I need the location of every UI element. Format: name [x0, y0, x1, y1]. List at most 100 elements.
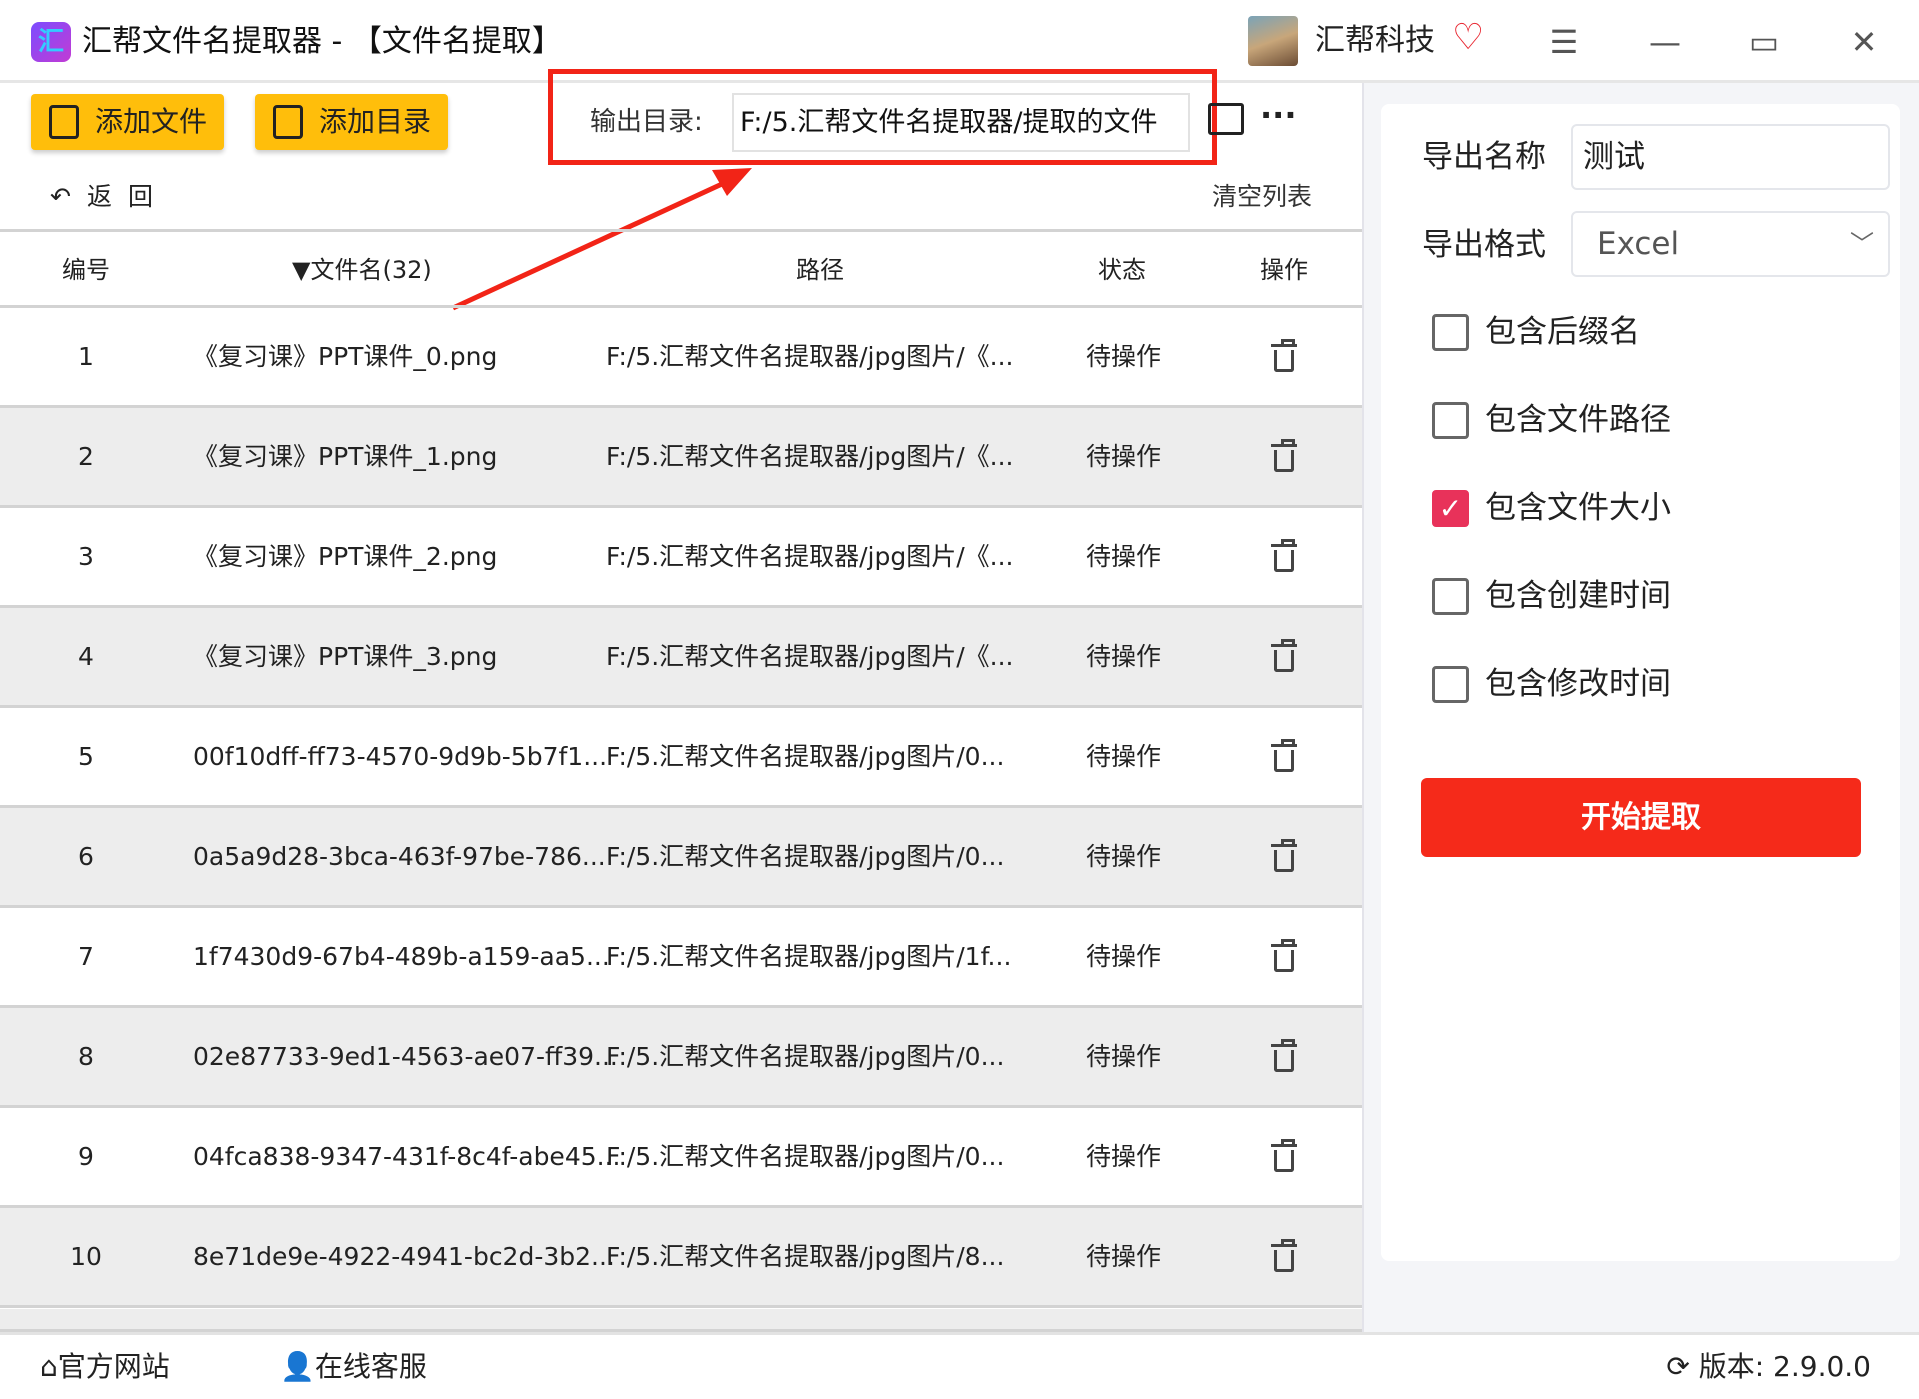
cell-status: 待操作	[1086, 342, 1162, 371]
cell-no: 9	[78, 1142, 94, 1171]
table-row[interactable]: 8 02e87733-9ed1-4563-ae07-ff39... F:/5.汇…	[0, 1008, 1362, 1108]
cell-status: 待操作	[1086, 1042, 1162, 1071]
delete-button[interactable]	[1270, 839, 1300, 874]
cell-status: 待操作	[1086, 942, 1162, 971]
table-header: 编号 ▼文件名(32) 路径 状态 操作	[0, 229, 1362, 308]
delete-button[interactable]	[1270, 1139, 1300, 1174]
option-checkbox[interactable]	[1432, 666, 1469, 703]
table-row[interactable]: 9 04fca838-9347-431f-8c4f-abe45... F:/5.…	[0, 1108, 1362, 1208]
table-row[interactable]: 7 1f7430d9-67b4-489b-a159-aa5... F:/5.汇帮…	[0, 908, 1362, 1008]
trash-icon	[1271, 839, 1297, 872]
back-button[interactable]: ↶返回	[50, 180, 169, 214]
cell-path: F:/5.汇帮文件名提取器/jpg图片/8...	[606, 1242, 1005, 1271]
delete-button[interactable]	[1270, 639, 1300, 674]
delete-button[interactable]	[1270, 439, 1300, 474]
delete-button[interactable]	[1270, 1239, 1300, 1274]
option-label[interactable]: 包含创建时间	[1485, 574, 1671, 618]
trash-icon	[1271, 339, 1297, 372]
refresh-icon: ⟳	[1666, 1350, 1699, 1383]
cell-path: F:/5.汇帮文件名提取器/jpg图片/0...	[606, 842, 1005, 871]
export-name-label: 导出名称	[1422, 139, 1546, 175]
cell-no: 4	[78, 642, 94, 671]
cell-path: F:/5.汇帮文件名提取器/jpg图片/《...	[606, 442, 1014, 471]
cell-path: F:/5.汇帮文件名提取器/jpg图片/《...	[606, 342, 1014, 371]
user-icon: 👤	[280, 1350, 315, 1383]
cell-status: 待操作	[1086, 1142, 1162, 1171]
delete-button[interactable]	[1270, 1039, 1300, 1074]
service-label: 在线客服	[314, 1350, 427, 1383]
trash-icon	[1271, 1139, 1297, 1172]
cell-status: 待操作	[1086, 642, 1162, 671]
option-label[interactable]: 包含修改时间	[1485, 662, 1671, 706]
back-label: 返回	[86, 182, 169, 211]
trash-icon	[1271, 939, 1297, 972]
option-checkbox[interactable]	[1432, 578, 1469, 615]
website-link[interactable]: ⌂官方网站	[40, 1345, 170, 1389]
cell-no: 5	[78, 742, 94, 771]
export-format-select[interactable]: Excel ﹀	[1571, 211, 1890, 277]
table-row[interactable]: 1 《复习课》PPT课件_0.png F:/5.汇帮文件名提取器/jpg图片/《…	[0, 308, 1362, 408]
cell-filename: 《复习课》PPT课件_0.png	[193, 342, 498, 371]
option-label[interactable]: 包含文件路径	[1485, 398, 1671, 442]
option-label[interactable]: 包含文件大小	[1485, 486, 1671, 530]
table-row[interactable]: 3 《复习课》PPT课件_2.png F:/5.汇帮文件名提取器/jpg图片/《…	[0, 508, 1362, 608]
table-row[interactable]: 6 0a5a9d28-3bca-463f-97be-786... F:/5.汇帮…	[0, 808, 1362, 908]
cell-filename: 《复习课》PPT课件_1.png	[193, 442, 498, 471]
header-path: 路径	[796, 256, 844, 284]
cell-status: 待操作	[1086, 842, 1162, 871]
table-row[interactable]: 2 《复习课》PPT课件_1.png F:/5.汇帮文件名提取器/jpg图片/《…	[0, 408, 1362, 508]
cell-status: 待操作	[1086, 1242, 1162, 1271]
header-action: 操作	[1260, 256, 1308, 284]
cell-filename: 00f10dff-ff73-4570-9d9b-5b7f1...	[193, 742, 608, 771]
trash-icon	[1271, 1239, 1297, 1272]
trash-icon	[1271, 539, 1297, 572]
option-checkbox[interactable]	[1432, 314, 1469, 351]
option-checkbox[interactable]	[1432, 402, 1469, 439]
home-icon: ⌂	[40, 1350, 58, 1383]
cell-filename: 1f7430d9-67b4-489b-a159-aa5...	[193, 942, 610, 971]
cell-filename: 8e71de9e-4922-4941-bc2d-3b2...	[193, 1242, 615, 1271]
cell-path: F:/5.汇帮文件名提取器/jpg图片/0...	[606, 742, 1005, 771]
option-checkbox[interactable]: ✓	[1432, 490, 1469, 527]
start-extract-button[interactable]: 开始提取	[1421, 778, 1861, 857]
cell-path: F:/5.汇帮文件名提取器/jpg图片/1f...	[606, 942, 1012, 971]
trash-icon	[1271, 739, 1297, 772]
delete-button[interactable]	[1270, 739, 1300, 774]
cell-no: 3	[78, 542, 94, 571]
header-status: 状态	[1098, 256, 1146, 284]
table-row[interactable]: 5 00f10dff-ff73-4570-9d9b-5b7f1... F:/5.…	[0, 708, 1362, 808]
cell-filename: 0a5a9d28-3bca-463f-97be-786...	[193, 842, 606, 871]
export-format-label: 导出格式	[1422, 227, 1546, 263]
cell-status: 待操作	[1086, 542, 1162, 571]
cell-status: 待操作	[1086, 442, 1162, 471]
cell-filename: 02e87733-9ed1-4563-ae07-ff39...	[193, 1042, 618, 1071]
cell-path: F:/5.汇帮文件名提取器/jpg图片/《...	[606, 542, 1014, 571]
version-label: 版本: 2.9.0.0	[1698, 1350, 1871, 1383]
version-info[interactable]: ⟳ 版本: 2.9.0.0	[1666, 1345, 1871, 1389]
delete-button[interactable]	[1270, 939, 1300, 974]
trash-icon	[1271, 1039, 1297, 1072]
cell-no: 6	[78, 842, 94, 871]
delete-button[interactable]	[1270, 539, 1300, 574]
table-row-partial	[0, 1309, 1362, 1332]
trash-icon	[1271, 639, 1297, 672]
cell-filename: 《复习课》PPT课件_3.png	[193, 642, 498, 671]
cell-path: F:/5.汇帮文件名提取器/jpg图片/《...	[606, 642, 1014, 671]
cell-no: 2	[78, 442, 94, 471]
header-filename[interactable]: ▼文件名(32)	[292, 232, 432, 308]
option-label[interactable]: 包含后缀名	[1485, 310, 1640, 354]
cell-no: 10	[70, 1242, 102, 1271]
delete-button[interactable]	[1270, 339, 1300, 374]
cell-no: 7	[78, 942, 94, 971]
customer-service-link[interactable]: 👤在线客服	[280, 1345, 427, 1389]
cell-path: F:/5.汇帮文件名提取器/jpg图片/0...	[606, 1142, 1005, 1171]
export-name-input[interactable]: 测试	[1571, 124, 1890, 190]
cell-filename: 04fca838-9347-431f-8c4f-abe45...	[193, 1142, 621, 1171]
footer: ⌂官方网站 👤在线客服 ⟳ 版本: 2.9.0.0	[0, 1332, 1919, 1399]
trash-icon	[1271, 439, 1297, 472]
clear-list-button[interactable]: 清空列表	[1212, 180, 1312, 214]
table-row[interactable]: 10 8e71de9e-4922-4941-bc2d-3b2... F:/5.汇…	[0, 1208, 1362, 1308]
table-row[interactable]: 4 《复习课》PPT课件_3.png F:/5.汇帮文件名提取器/jpg图片/《…	[0, 608, 1362, 708]
back-arrow-icon: ↶	[50, 182, 87, 211]
header-no[interactable]: 编号	[62, 232, 110, 308]
